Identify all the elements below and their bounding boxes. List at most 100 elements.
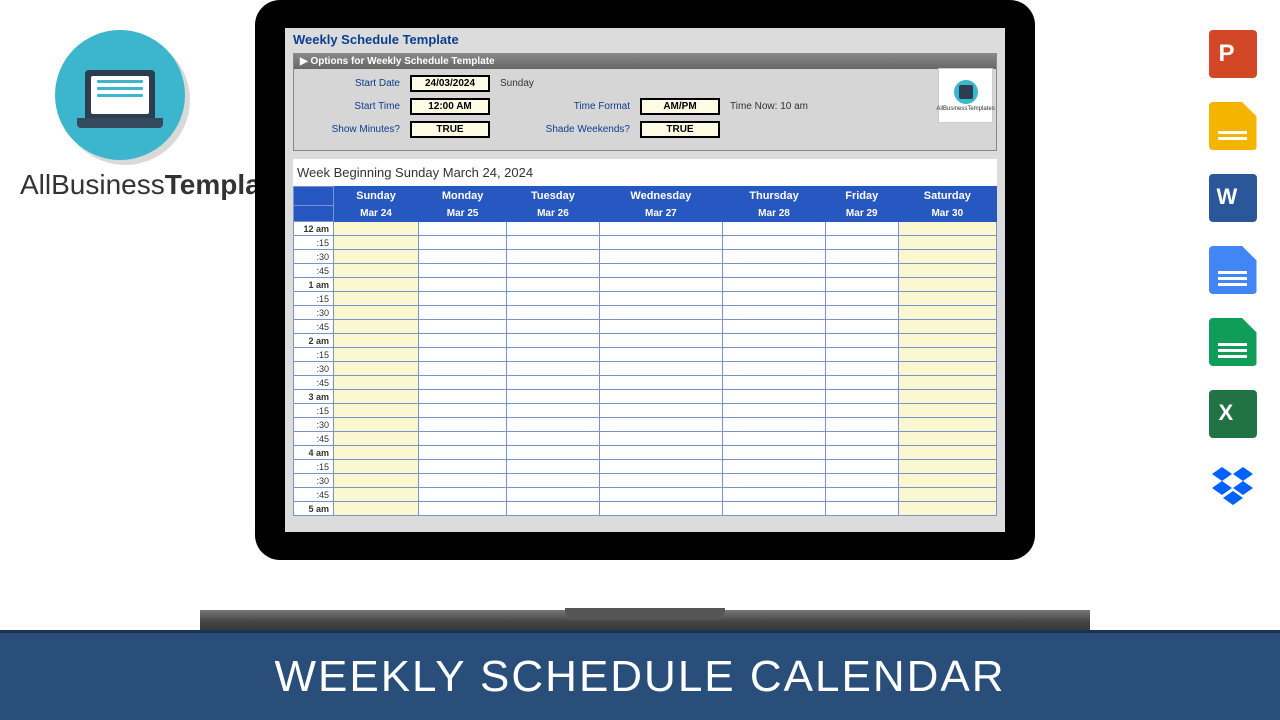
- calendar-cell[interactable]: [599, 432, 723, 446]
- calendar-cell[interactable]: [418, 474, 506, 488]
- calendar-cell[interactable]: [898, 502, 996, 516]
- calendar-cell[interactable]: [898, 362, 996, 376]
- calendar-cell[interactable]: [825, 390, 898, 404]
- calendar-cell[interactable]: [825, 418, 898, 432]
- calendar-cell[interactable]: [723, 404, 826, 418]
- calendar-cell[interactable]: [599, 474, 723, 488]
- start-time-field[interactable]: 12:00 AM: [410, 98, 490, 115]
- calendar-cell[interactable]: [825, 236, 898, 250]
- calendar-cell[interactable]: [418, 306, 506, 320]
- start-date-field[interactable]: 24/03/2024: [410, 75, 490, 92]
- calendar-cell[interactable]: [507, 502, 599, 516]
- calendar-cell[interactable]: [418, 446, 506, 460]
- calendar-cell[interactable]: [418, 432, 506, 446]
- calendar-cell[interactable]: [898, 292, 996, 306]
- calendar-cell[interactable]: [825, 432, 898, 446]
- calendar-cell[interactable]: [334, 474, 419, 488]
- calendar-cell[interactable]: [507, 250, 599, 264]
- calendar-cell[interactable]: [898, 446, 996, 460]
- calendar-cell[interactable]: [599, 264, 723, 278]
- calendar-cell[interactable]: [507, 376, 599, 390]
- calendar-cell[interactable]: [898, 334, 996, 348]
- calendar-cell[interactable]: [898, 320, 996, 334]
- calendar-cell[interactable]: [334, 348, 419, 362]
- calendar-cell[interactable]: [418, 390, 506, 404]
- calendar-cell[interactable]: [723, 446, 826, 460]
- calendar-cell[interactable]: [418, 250, 506, 264]
- calendar-cell[interactable]: [723, 320, 826, 334]
- calendar-cell[interactable]: [898, 432, 996, 446]
- calendar-cell[interactable]: [599, 250, 723, 264]
- calendar-cell[interactable]: [898, 390, 996, 404]
- calendar-cell[interactable]: [418, 334, 506, 348]
- calendar-cell[interactable]: [898, 222, 996, 236]
- calendar-cell[interactable]: [599, 320, 723, 334]
- calendar-cell[interactable]: [507, 446, 599, 460]
- calendar-cell[interactable]: [599, 278, 723, 292]
- calendar-cell[interactable]: [898, 250, 996, 264]
- calendar-cell[interactable]: [825, 320, 898, 334]
- calendar-cell[interactable]: [898, 278, 996, 292]
- calendar-cell[interactable]: [599, 418, 723, 432]
- calendar-cell[interactable]: [599, 446, 723, 460]
- calendar-cell[interactable]: [599, 306, 723, 320]
- calendar-cell[interactable]: [599, 236, 723, 250]
- calendar-cell[interactable]: [898, 488, 996, 502]
- calendar-cell[interactable]: [599, 292, 723, 306]
- calendar-cell[interactable]: [334, 502, 419, 516]
- calendar-cell[interactable]: [507, 320, 599, 334]
- calendar-cell[interactable]: [599, 460, 723, 474]
- calendar-cell[interactable]: [898, 348, 996, 362]
- calendar-cell[interactable]: [599, 376, 723, 390]
- calendar-cell[interactable]: [825, 502, 898, 516]
- calendar-cell[interactable]: [723, 390, 826, 404]
- calendar-cell[interactable]: [898, 306, 996, 320]
- calendar-cell[interactable]: [418, 488, 506, 502]
- calendar-cell[interactable]: [825, 446, 898, 460]
- calendar-cell[interactable]: [334, 306, 419, 320]
- calendar-cell[interactable]: [507, 488, 599, 502]
- calendar-cell[interactable]: [723, 432, 826, 446]
- calendar-cell[interactable]: [825, 250, 898, 264]
- calendar-cell[interactable]: [418, 236, 506, 250]
- calendar-cell[interactable]: [507, 474, 599, 488]
- calendar-cell[interactable]: [334, 362, 419, 376]
- calendar-cell[interactable]: [723, 334, 826, 348]
- calendar-cell[interactable]: [723, 460, 826, 474]
- calendar-cell[interactable]: [825, 222, 898, 236]
- calendar-cell[interactable]: [825, 404, 898, 418]
- calendar-cell[interactable]: [334, 292, 419, 306]
- calendar-cell[interactable]: [507, 432, 599, 446]
- google-slides-icon[interactable]: [1209, 102, 1257, 150]
- calendar-cell[interactable]: [723, 362, 826, 376]
- google-docs-icon[interactable]: [1209, 246, 1257, 294]
- calendar-cell[interactable]: [334, 488, 419, 502]
- calendar-cell[interactable]: [334, 390, 419, 404]
- calendar-cell[interactable]: [723, 306, 826, 320]
- calendar-cell[interactable]: [418, 292, 506, 306]
- calendar-cell[interactable]: [898, 404, 996, 418]
- word-icon[interactable]: [1209, 174, 1257, 222]
- calendar-cell[interactable]: [898, 474, 996, 488]
- google-sheets-icon[interactable]: [1209, 318, 1257, 366]
- calendar-cell[interactable]: [898, 418, 996, 432]
- time-format-field[interactable]: AM/PM: [640, 98, 720, 115]
- calendar-cell[interactable]: [507, 362, 599, 376]
- calendar-cell[interactable]: [334, 264, 419, 278]
- calendar-cell[interactable]: [723, 222, 826, 236]
- calendar-cell[interactable]: [418, 278, 506, 292]
- powerpoint-icon[interactable]: [1209, 30, 1257, 78]
- calendar-cell[interactable]: [723, 488, 826, 502]
- calendar-cell[interactable]: [898, 236, 996, 250]
- calendar-cell[interactable]: [599, 222, 723, 236]
- calendar-cell[interactable]: [507, 264, 599, 278]
- calendar-cell[interactable]: [599, 502, 723, 516]
- calendar-cell[interactable]: [599, 348, 723, 362]
- calendar-cell[interactable]: [418, 404, 506, 418]
- show-minutes-field[interactable]: TRUE: [410, 121, 490, 138]
- calendar-cell[interactable]: [418, 320, 506, 334]
- calendar-cell[interactable]: [825, 278, 898, 292]
- calendar-cell[interactable]: [723, 418, 826, 432]
- calendar-cell[interactable]: [723, 250, 826, 264]
- calendar-cell[interactable]: [418, 222, 506, 236]
